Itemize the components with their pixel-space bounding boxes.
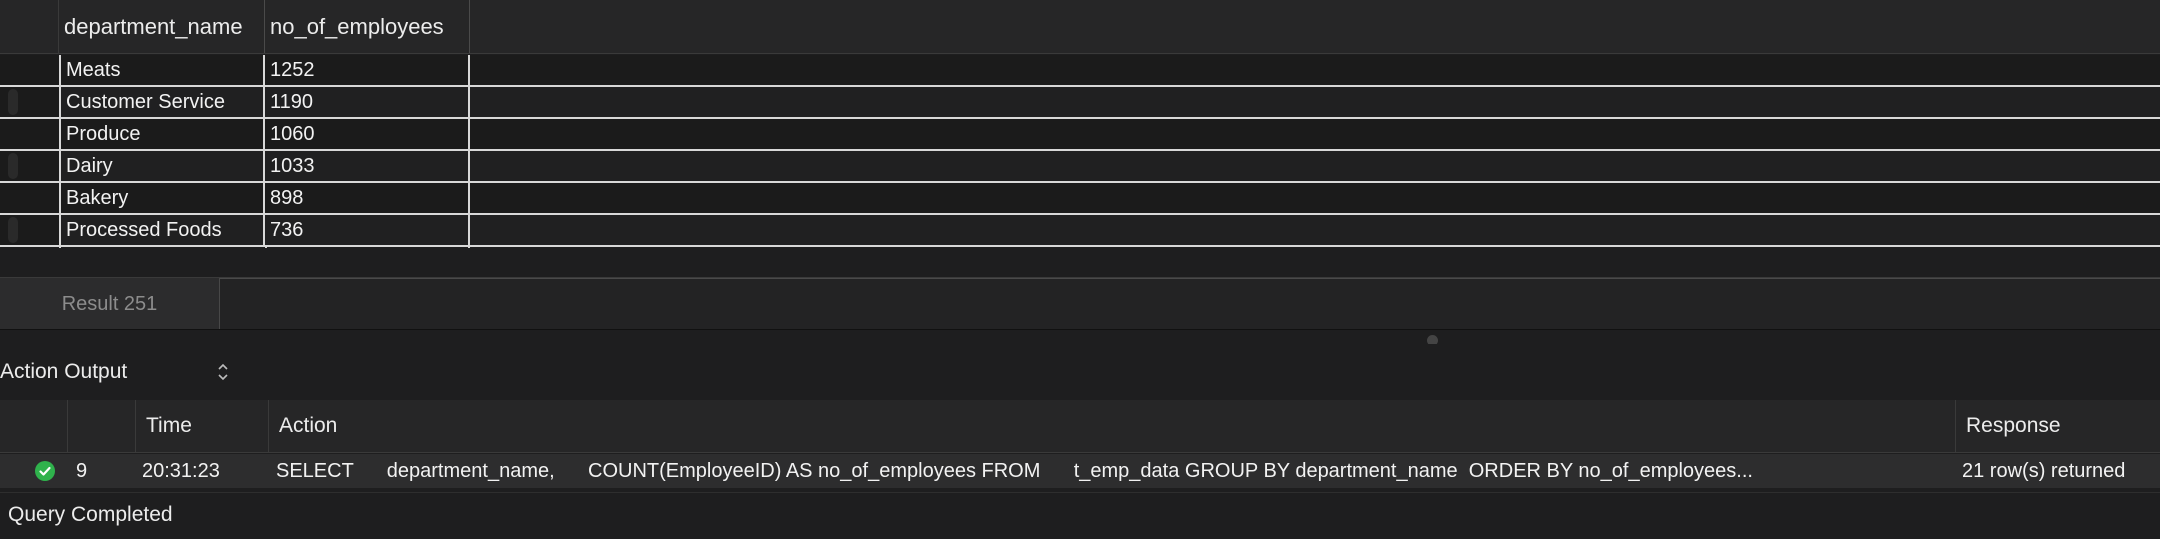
action-number: 9 xyxy=(76,460,88,482)
status-text: Query Completed xyxy=(8,503,173,526)
cell-no-of-employees[interactable]: 898 xyxy=(265,183,470,213)
grid-rows: Meats 1252 Customer Service 1190 Produce… xyxy=(0,55,2160,247)
table-row[interactable]: Dairy 1033 xyxy=(0,151,2160,183)
cell-department-name[interactable]: Customer Service xyxy=(59,87,265,117)
table-row[interactable]: Customer Service 1190 xyxy=(0,87,2160,119)
row-gutter-header xyxy=(0,0,59,53)
table-row[interactable]: Bakery 898 xyxy=(0,183,2160,215)
row-gutter[interactable] xyxy=(0,87,60,117)
row-gutter[interactable] xyxy=(0,119,60,149)
action-sql: SELECT department_name, COUNT(EmployeeID… xyxy=(276,460,1753,482)
cell-department-name[interactable]: Produce xyxy=(59,119,265,149)
tab-result[interactable]: Result 251 xyxy=(0,278,220,330)
cell-no-of-employees[interactable]: 736 xyxy=(265,215,470,245)
row-gutter[interactable] xyxy=(0,183,60,213)
cell-no-of-employees[interactable]: 1190 xyxy=(265,87,470,117)
table-row[interactable]: Produce 1060 xyxy=(0,119,2160,151)
table-row[interactable]: Meats 1252 xyxy=(0,55,2160,87)
cell-no-of-employees[interactable]: 1033 xyxy=(265,151,470,181)
cell-no-of-employees[interactable]: 1252 xyxy=(265,55,470,85)
column-header-time[interactable]: Time xyxy=(135,400,268,452)
output-type-select[interactable]: Action Output xyxy=(0,344,127,400)
table-row[interactable]: Processed Foods 736 xyxy=(0,215,2160,247)
status-column-header[interactable] xyxy=(0,400,67,452)
panel-splitter[interactable] xyxy=(0,329,2160,346)
action-output-row[interactable]: 9 20:31:23 SELECT department_name, COUNT… xyxy=(0,454,2160,488)
action-output-bar: Action Output xyxy=(0,344,2160,400)
column-header-no-of-employees[interactable]: no_of_employees xyxy=(265,0,470,53)
check-circle-icon xyxy=(35,461,55,481)
action-response: 21 row(s) returned xyxy=(1962,460,2126,482)
cell-department-name[interactable]: Meats xyxy=(59,55,265,85)
row-gutter[interactable] xyxy=(0,215,60,245)
action-time: 20:31:23 xyxy=(142,460,220,482)
result-tab-strip: Result 251 xyxy=(0,277,2160,330)
column-header-response[interactable]: Response xyxy=(1955,400,2160,452)
partially-visible-row xyxy=(59,246,470,248)
chevron-up-down-icon[interactable] xyxy=(216,362,230,382)
number-column-header[interactable] xyxy=(67,400,135,452)
grid-header: department_name no_of_employees xyxy=(0,0,2160,54)
status-bar: Query Completed xyxy=(0,492,2160,539)
row-marker xyxy=(8,89,18,115)
result-grid: department_name no_of_employees Meats 12… xyxy=(0,0,2160,248)
cell-no-of-employees[interactable]: 1060 xyxy=(265,119,470,149)
cell-department-name[interactable]: Bakery xyxy=(59,183,265,213)
cell-department-name[interactable]: Processed Foods xyxy=(59,215,265,245)
cell-department-name[interactable]: Dairy xyxy=(59,151,265,181)
action-output-header: Time Action Response xyxy=(0,400,2160,453)
column-header-action[interactable]: Action xyxy=(268,400,1955,452)
column-header-department-name[interactable]: department_name xyxy=(59,0,265,53)
row-marker xyxy=(8,217,18,243)
row-marker xyxy=(8,153,18,179)
tab-strip-divider xyxy=(220,278,2160,279)
row-gutter[interactable] xyxy=(0,151,60,181)
row-gutter[interactable] xyxy=(0,55,60,85)
